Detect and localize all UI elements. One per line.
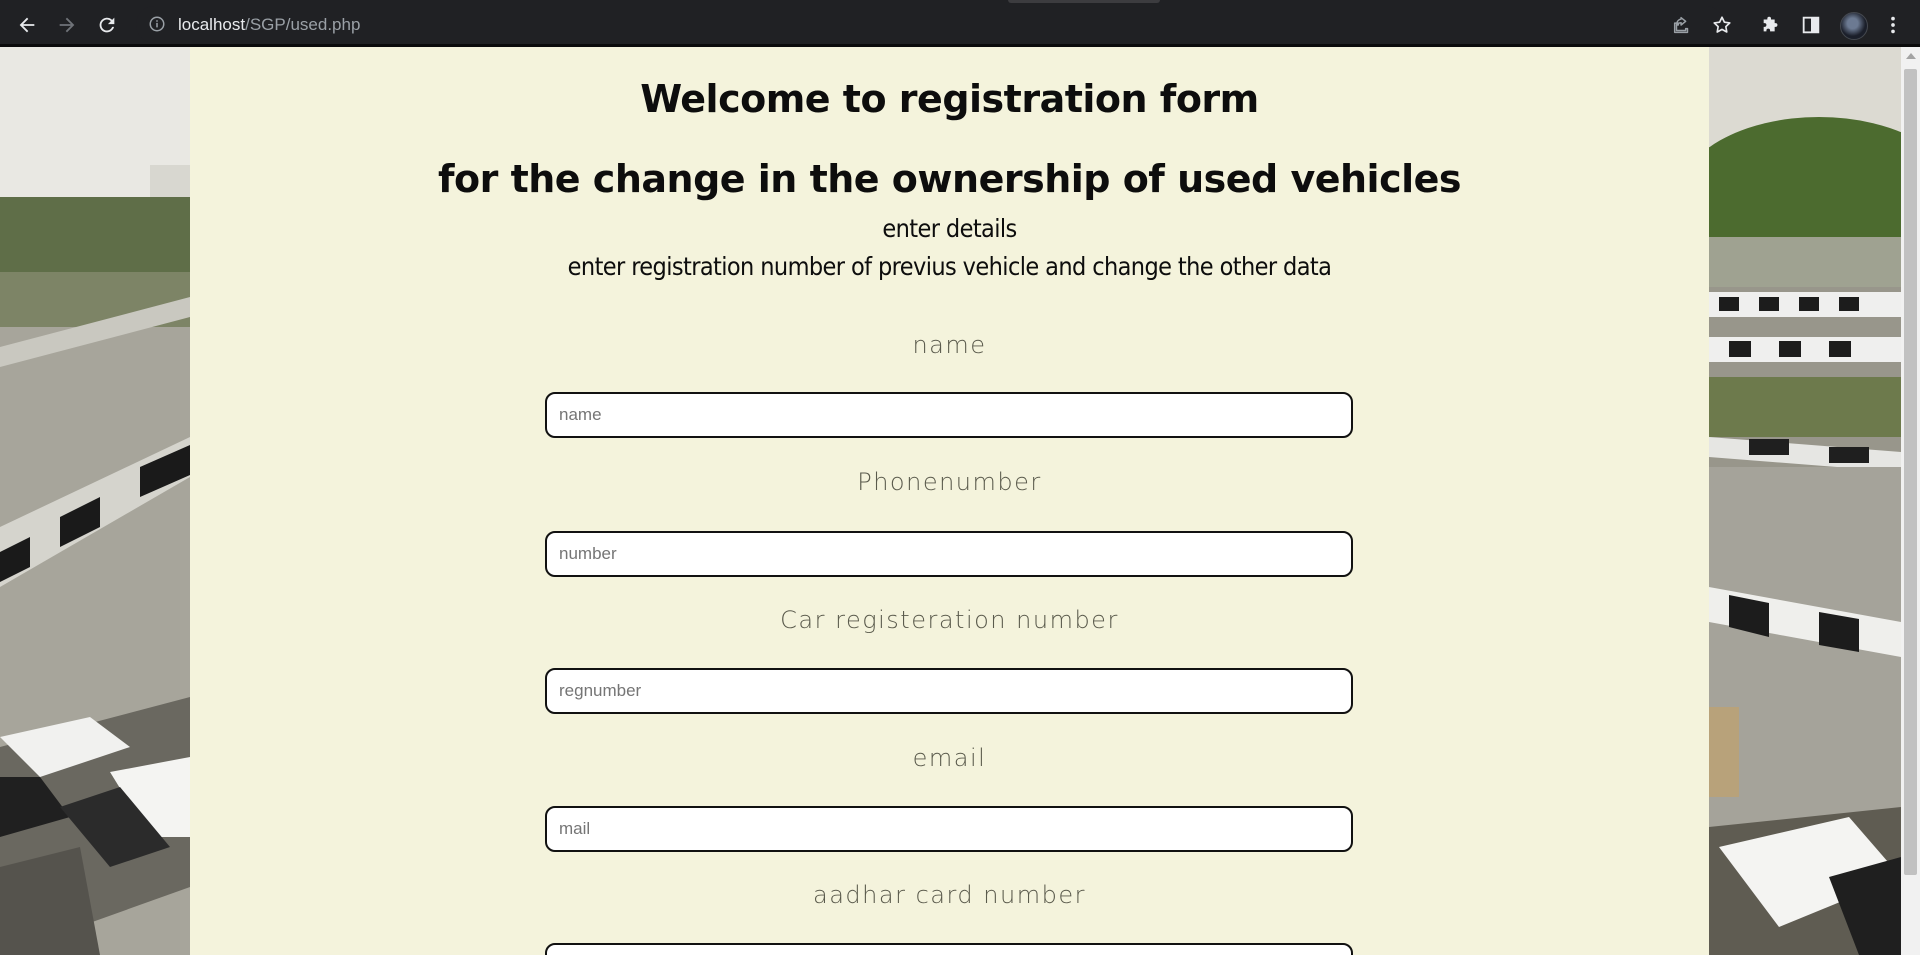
reload-button[interactable]	[90, 8, 124, 42]
forward-icon	[59, 17, 75, 33]
profile-avatar[interactable]	[1840, 12, 1868, 40]
name-label: name	[912, 331, 987, 359]
phone-input[interactable]	[545, 531, 1353, 577]
address-bar[interactable]: localhost/SGP/used.php	[136, 6, 1724, 43]
extensions-button[interactable]	[1754, 8, 1788, 42]
side-panel-button[interactable]	[1794, 8, 1828, 42]
tab-strip-indicator	[1008, 0, 1160, 3]
regnumber-label: Car registeration number	[780, 606, 1119, 634]
instructions-line-1: enter details	[882, 214, 1017, 243]
aadhar-label: aadhar card number	[813, 881, 1086, 909]
reload-icon	[99, 17, 115, 33]
form-panel: Welcome to registration form for the cha…	[190, 47, 1709, 955]
background-photo-right	[1709, 47, 1901, 955]
url-path: /SGP/used.php	[245, 15, 361, 34]
instructions-line-2: enter registration number of previus veh…	[567, 252, 1332, 281]
page-scrollbar[interactable]	[1901, 47, 1920, 955]
regnumber-input[interactable]	[545, 668, 1353, 714]
bookmark-star-icon	[1713, 16, 1731, 33]
share-icon	[1673, 16, 1689, 34]
phone-label: Phonenumber	[857, 468, 1042, 496]
email-input[interactable]	[545, 806, 1353, 852]
url-text[interactable]: localhost/SGP/used.php	[178, 15, 360, 35]
url-host: localhost	[178, 15, 246, 34]
aadhar-input[interactable]	[545, 943, 1353, 955]
site-info-icon[interactable]	[148, 15, 166, 33]
extensions-icon	[1763, 16, 1778, 32]
menu-icon	[1891, 16, 1895, 34]
name-input[interactable]	[545, 392, 1353, 438]
bookmark-button[interactable]	[1705, 8, 1739, 42]
share-button[interactable]	[1665, 8, 1699, 42]
forward-button[interactable]	[50, 8, 84, 42]
scroll-up-arrow-icon[interactable]	[1906, 53, 1916, 59]
browser-toolbar: localhost/SGP/used.php	[0, 0, 1920, 47]
email-label: email	[912, 744, 987, 772]
page-subtitle: for the change in the ownership of used …	[437, 157, 1462, 201]
page-title: Welcome to registration form	[640, 77, 1259, 121]
page-viewport: Welcome to registration form for the cha…	[0, 47, 1901, 955]
scrollbar-thumb[interactable]	[1904, 69, 1917, 875]
back-icon	[19, 17, 35, 33]
side-panel-icon	[1802, 16, 1820, 34]
back-button[interactable]	[10, 8, 44, 42]
background-photo-left	[0, 47, 190, 955]
menu-button[interactable]	[1876, 8, 1910, 42]
